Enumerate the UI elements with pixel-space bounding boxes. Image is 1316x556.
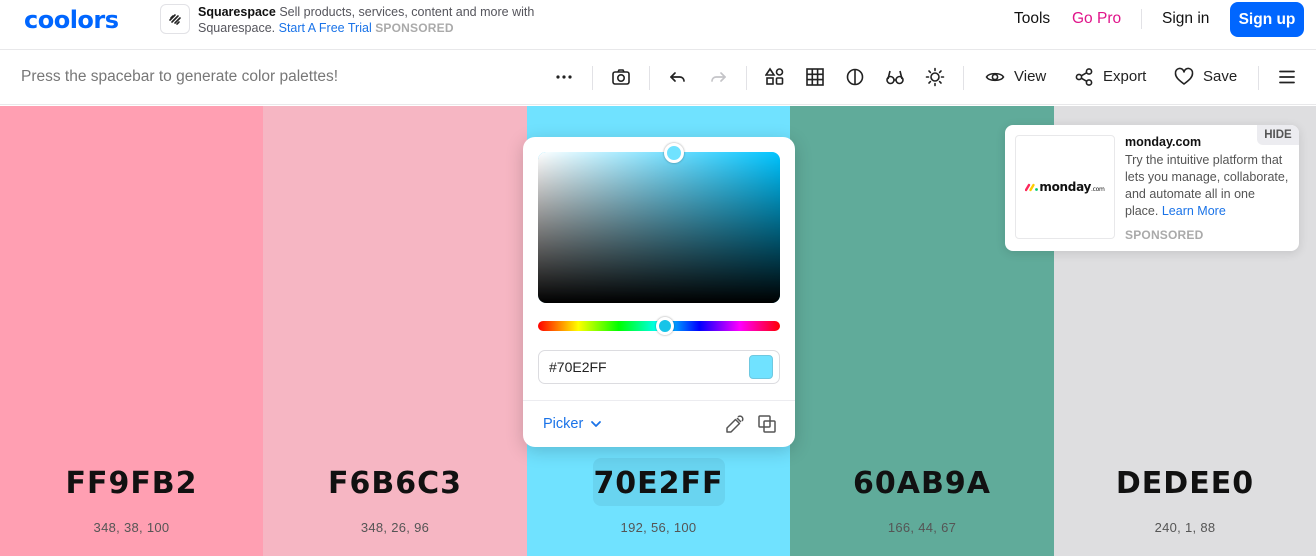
- toolbar-divider: [963, 66, 964, 90]
- ad-learn-more-link[interactable]: Learn More: [1162, 204, 1226, 218]
- sponsor-link[interactable]: Start A Free Trial: [279, 21, 372, 35]
- swatch-hex[interactable]: 70E2FF: [527, 466, 790, 501]
- eyedropper-icon[interactable]: [725, 414, 745, 434]
- top-header: coolors Squarespace Sell products, servi…: [0, 0, 1316, 50]
- toolbar: Press the spacebar to generate color pal…: [0, 50, 1316, 105]
- spacebar-hint: Press the spacebar to generate color pal…: [21, 68, 339, 85]
- sponsor-message: Squarespace Sell products, services, con…: [198, 4, 558, 36]
- picker-divider: [523, 400, 795, 401]
- swatch-hex[interactable]: DEDEE0: [1054, 466, 1316, 501]
- saturation-handle[interactable]: [664, 143, 684, 163]
- share-icon[interactable]: [1071, 64, 1097, 90]
- color-preview-chip: [749, 355, 773, 379]
- nav-sign-in[interactable]: Sign in: [1162, 10, 1209, 28]
- color-swatch[interactable]: F6B6C3 348, 26, 96: [263, 106, 527, 556]
- more-options-icon[interactable]: [551, 64, 577, 90]
- sign-up-button[interactable]: Sign up: [1230, 2, 1304, 37]
- saturation-brightness-area[interactable]: [538, 152, 780, 303]
- picker-mode-label: Picker: [543, 416, 584, 432]
- swatch-hex[interactable]: 60AB9A: [790, 466, 1054, 501]
- swatch-hsb: 240, 1, 88: [1154, 520, 1216, 535]
- hamburger-menu-icon[interactable]: [1274, 64, 1300, 90]
- color-picker-popup: Picker: [523, 137, 795, 447]
- undo-icon[interactable]: [665, 64, 691, 90]
- ad-sponsored-tag: SPONSORED: [1125, 228, 1204, 242]
- squarespace-logo-icon[interactable]: [160, 4, 190, 34]
- view-button[interactable]: View: [1014, 68, 1046, 85]
- glasses-icon[interactable]: [882, 64, 908, 90]
- swatch-hsb: 348, 26, 96: [360, 520, 430, 535]
- chevron-down-icon: [591, 421, 602, 427]
- copy-icon[interactable]: [757, 414, 777, 434]
- toolbar-divider: [746, 66, 747, 90]
- ad-title[interactable]: monday.com: [1125, 135, 1201, 149]
- monday-logo-icon: [1025, 183, 1039, 192]
- swatch-hex[interactable]: FF9FB2: [0, 466, 263, 501]
- toolbar-divider: [1258, 66, 1259, 90]
- export-button[interactable]: Export: [1103, 68, 1146, 85]
- redo-icon[interactable]: [705, 64, 731, 90]
- eye-icon[interactable]: [982, 64, 1008, 90]
- ad-description: Try the intuitive platform that lets you…: [1125, 153, 1289, 218]
- shapes-icon[interactable]: [762, 64, 788, 90]
- grid-icon[interactable]: [802, 64, 828, 90]
- nav-go-pro[interactable]: Go Pro: [1072, 10, 1121, 28]
- save-button[interactable]: Save: [1203, 68, 1237, 85]
- hex-input[interactable]: [538, 350, 780, 384]
- color-swatch[interactable]: FF9FB2 348, 38, 100: [0, 106, 263, 556]
- hue-handle[interactable]: [656, 317, 674, 335]
- contrast-icon[interactable]: [842, 64, 868, 90]
- sponsor-name: Squarespace: [198, 5, 276, 19]
- nav-tools[interactable]: Tools: [1014, 10, 1050, 28]
- camera-icon[interactable]: [608, 64, 634, 90]
- swatch-hsb: 192, 56, 100: [620, 520, 697, 535]
- ad-hide-button[interactable]: HIDE: [1257, 125, 1299, 145]
- swatch-hsb: 348, 38, 100: [93, 520, 170, 535]
- heart-icon[interactable]: [1171, 64, 1197, 90]
- sponsor-tag: SPONSORED: [375, 21, 454, 35]
- sponsored-ad-card: monday.com monday.com Try the intuitive …: [1005, 125, 1299, 251]
- picker-mode-dropdown[interactable]: Picker: [543, 416, 603, 432]
- ad-image[interactable]: monday.com: [1015, 135, 1115, 239]
- nav-divider: [1141, 9, 1142, 29]
- toolbar-divider: [592, 66, 593, 90]
- coolors-logo[interactable]: coolors: [24, 6, 119, 34]
- brightness-icon[interactable]: [922, 64, 948, 90]
- swatch-hsb: 166, 44, 67: [887, 520, 957, 535]
- toolbar-divider: [649, 66, 650, 90]
- ad-brand-wordmark: monday.com: [1039, 180, 1105, 194]
- swatch-hex[interactable]: F6B6C3: [263, 466, 527, 501]
